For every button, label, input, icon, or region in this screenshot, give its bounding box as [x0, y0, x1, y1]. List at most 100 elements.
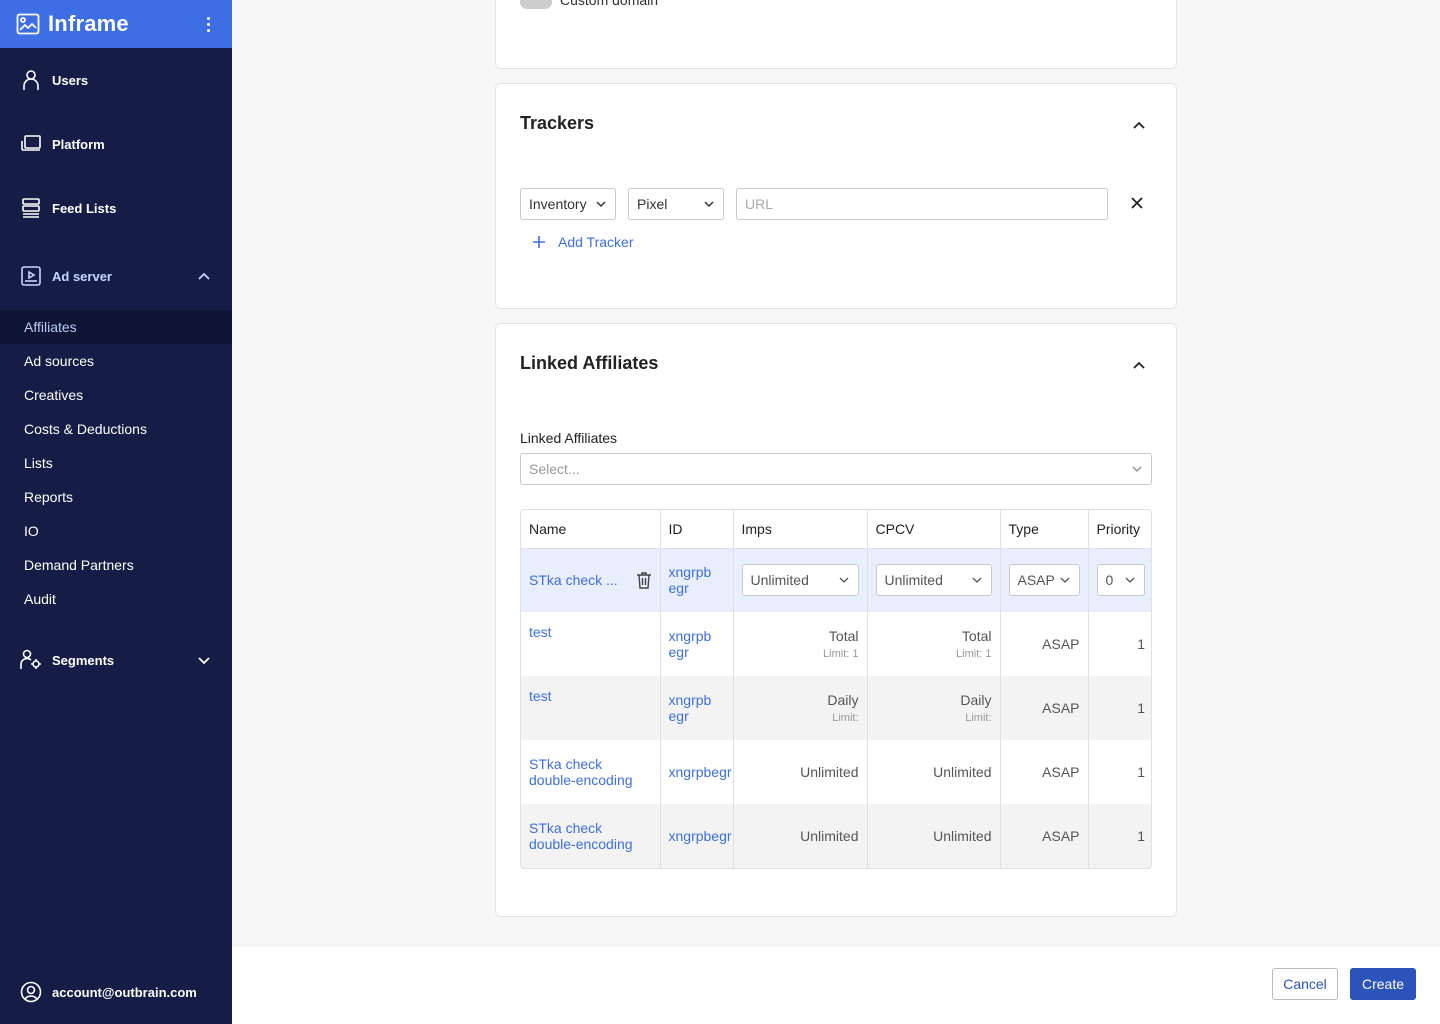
nav-segments[interactable]: Segments	[0, 643, 232, 677]
add-tracker-label: Add Tracker	[558, 234, 634, 250]
sidebar-item-costs-deductions[interactable]: Costs & Deductions	[0, 412, 232, 446]
type-value: ASAP	[1042, 636, 1080, 652]
chevron-down-icon	[704, 201, 714, 208]
imps-value: Unlimited	[800, 764, 859, 780]
column-header-priority[interactable]: Priority	[1088, 510, 1151, 549]
column-header-cpcv[interactable]: CPCV	[867, 510, 1001, 549]
column-header-id[interactable]: ID	[660, 510, 734, 549]
more-menu-icon[interactable]	[200, 16, 216, 32]
create-button[interactable]: Create	[1350, 968, 1416, 1000]
nav-users-label: Users	[52, 72, 89, 88]
plus-icon	[533, 236, 545, 248]
ad-server-icon	[21, 266, 41, 286]
tracker-format-select[interactable]: Pixel	[628, 188, 724, 220]
sidebar-item-reports[interactable]: Reports	[0, 480, 232, 514]
sidebar-item-affiliates[interactable]: Affiliates	[0, 310, 232, 344]
tracker-type-select[interactable]: Inventory	[520, 188, 616, 220]
cpcv-value: Unlimited	[933, 828, 992, 844]
chevron-down-icon	[1132, 466, 1142, 472]
nav-platform[interactable]: Platform	[0, 127, 232, 161]
cpcv-select[interactable]: Unlimited	[875, 564, 992, 597]
sidebar-item-io[interactable]: IO	[0, 514, 232, 548]
cpcv-value: Total	[961, 628, 992, 644]
priority-select[interactable]: 0	[1096, 564, 1145, 597]
column-header-imps[interactable]: Imps	[733, 510, 868, 549]
nav-segments-label: Segments	[52, 652, 115, 668]
nav-feed-lists-label: Feed Lists	[52, 200, 117, 216]
tracker-url-input[interactable]	[736, 188, 1108, 220]
top-settings-card: Custom domain	[495, 0, 1177, 69]
column-header-type[interactable]: Type	[1000, 510, 1089, 549]
platform-icon	[21, 135, 41, 151]
affiliate-name-link[interactable]: test	[529, 624, 552, 640]
feed-lists-icon	[22, 198, 40, 218]
sidebar-item-ad-sources[interactable]: Ad sources	[0, 344, 232, 378]
user-icon	[23, 70, 39, 90]
affiliate-id-link[interactable]: xngrpbegr	[669, 764, 732, 780]
chevron-up-icon	[198, 272, 210, 280]
nav-ad-server[interactable]: Ad server	[0, 259, 232, 293]
table-row-editing: STka check ... xngrpb egr Unlimited Unli…	[521, 548, 1151, 612]
tracker-format-value: Pixel	[637, 196, 668, 212]
chevron-up-icon[interactable]	[1132, 358, 1146, 372]
cpcv-limit: Limit: 1	[956, 648, 992, 660]
table-row[interactable]: STka check double-encoding xngrpbegr Unl…	[521, 804, 1151, 868]
imps-limit: Limit: 1	[823, 648, 859, 660]
cpcv-limit: Limit:	[965, 712, 992, 724]
brand-name: Inframe	[48, 11, 129, 36]
type-value: ASAP	[1042, 828, 1080, 844]
chevron-down-icon	[972, 577, 981, 584]
nav-platform-label: Platform	[52, 136, 105, 152]
close-icon[interactable]	[1130, 196, 1144, 210]
imps-value: Total	[828, 628, 859, 644]
affiliate-name-link[interactable]: STka check double-encoding	[529, 820, 633, 852]
linked-affiliates-field-label: Linked Affiliates	[520, 430, 618, 446]
trackers-title: Trackers	[520, 113, 595, 133]
chevron-down-icon	[839, 577, 848, 584]
sidebar-item-creatives[interactable]: Creatives	[0, 378, 232, 412]
affiliate-name-link[interactable]: test	[529, 688, 552, 704]
table-header-row: Name ID Imps CPCV Type Priority	[521, 510, 1151, 549]
type-select[interactable]: ASAP	[1008, 564, 1080, 597]
account-menu[interactable]: account@outbrain.com	[0, 978, 232, 1006]
affiliate-id-link[interactable]: xngrpb egr	[669, 628, 712, 660]
cpcv-value: Unlimited	[933, 764, 992, 780]
imps-select[interactable]: Unlimited	[741, 564, 859, 597]
imps-value: Daily	[827, 692, 859, 708]
linked-affiliates-select[interactable]: Select...	[520, 453, 1152, 485]
add-tracker-button[interactable]: Add Tracker	[532, 234, 633, 250]
cpcv-value: Daily	[960, 692, 992, 708]
affiliate-id-link[interactable]: xngrpb egr	[669, 692, 712, 724]
affiliate-name-link[interactable]: STka check ...	[529, 572, 618, 588]
chevron-up-icon[interactable]	[1132, 118, 1146, 132]
linked-affiliates-card: Linked Affiliates Linked Affiliates Sele…	[495, 323, 1177, 917]
cpcv-value: Unlimited	[884, 572, 943, 589]
type-value: ASAP	[1017, 572, 1055, 589]
tracker-type-value: Inventory	[529, 196, 587, 212]
sidebar-item-audit[interactable]: Audit	[0, 582, 232, 616]
affiliate-name-link[interactable]: STka check double-encoding	[529, 756, 633, 788]
table-row[interactable]: test xngrpb egr Daily Limit: Daily Limit: …	[521, 676, 1151, 740]
form-footer: Cancel Create	[232, 947, 1440, 1024]
table-row[interactable]: STka check double-encoding xngrpbegr Unl…	[521, 740, 1151, 804]
chevron-down-icon	[1060, 577, 1069, 584]
linked-affiliates-placeholder: Select...	[529, 461, 580, 477]
imps-value: Unlimited	[750, 572, 809, 589]
column-header-name[interactable]: Name	[521, 510, 661, 549]
custom-domain-toggle[interactable]	[520, 0, 552, 9]
sidebar-item-lists[interactable]: Lists	[0, 446, 232, 480]
nav-users[interactable]: Users	[0, 63, 232, 97]
table-row[interactable]: test xngrpb egr Total Limit: 1 Total Limit…	[521, 612, 1151, 676]
priority-value: 1	[1137, 828, 1145, 844]
cancel-button[interactable]: Cancel	[1272, 968, 1338, 1000]
account-email: account@outbrain.com	[52, 984, 197, 1000]
chevron-down-icon	[198, 657, 210, 665]
nav-feed-lists[interactable]: Feed Lists	[0, 191, 232, 225]
inframe-logo-icon	[16, 13, 40, 35]
sidebar-item-demand-partners[interactable]: Demand Partners	[0, 548, 232, 582]
nav-ad-server-label: Ad server	[52, 268, 112, 284]
trash-icon[interactable]	[636, 571, 652, 589]
affiliate-id-link[interactable]: xngrpbegr	[669, 828, 732, 844]
affiliate-id-link[interactable]: xngrpb egr	[669, 564, 712, 596]
sidebar: Inframe Users Platform Feed Lists Ad ser…	[0, 0, 232, 1024]
